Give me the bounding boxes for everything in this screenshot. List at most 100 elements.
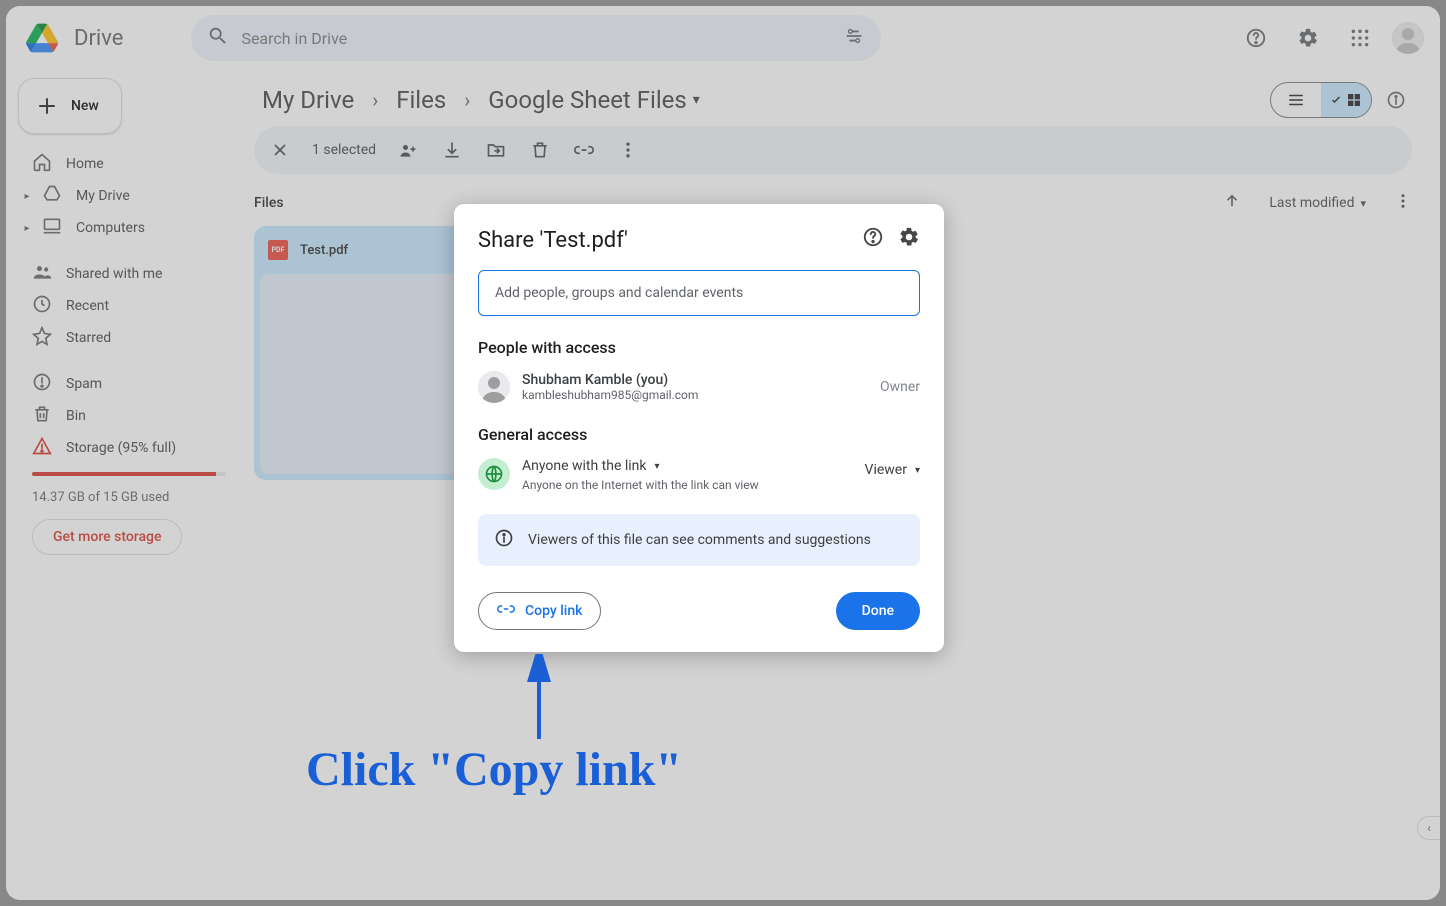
chevron-right-icon: › <box>368 88 382 112</box>
dialog-title: Share 'Test.pdf' <box>478 228 628 253</box>
shared-icon <box>32 262 52 286</box>
get-storage-button[interactable]: Get more storage <box>32 519 182 555</box>
share-dialog: Share 'Test.pdf' People with access Shub… <box>454 204 944 652</box>
person-avatar <box>478 371 510 403</box>
sidebar-item-home[interactable]: Home <box>18 148 238 180</box>
link-scope-label: Anyone with the link <box>522 458 647 474</box>
search-icon <box>207 25 229 51</box>
person-name: Shubham Kamble (you) <box>522 372 698 388</box>
sidebar-item-shared[interactable]: Shared with me <box>18 258 238 290</box>
computer-icon <box>42 216 62 240</box>
account-avatar[interactable] <box>1392 22 1424 54</box>
link-icon <box>497 600 515 622</box>
pdf-icon: PDF <box>268 240 288 260</box>
expand-icon[interactable]: ▸ <box>22 191 32 202</box>
drive-logo[interactable] <box>22 18 62 58</box>
dropdown-icon: ▾ <box>915 465 920 476</box>
breadcrumb: My Drive › Files › Google Sheet Files ▾ <box>254 76 1412 124</box>
sort-arrow-icon[interactable] <box>1223 192 1241 214</box>
settings-icon[interactable] <box>898 226 920 254</box>
file-thumbnail <box>260 274 461 474</box>
selection-count: 1 selected <box>312 142 376 158</box>
trash-icon <box>32 404 52 428</box>
share-icon[interactable] <box>396 138 420 162</box>
sidebar-item-label: Computers <box>76 220 145 236</box>
info-icon[interactable] <box>1380 84 1412 116</box>
sidebar-item-label: Storage (95% full) <box>66 440 176 456</box>
header: Drive <box>6 6 1440 70</box>
role-dropdown[interactable]: Viewer ▾ <box>865 462 920 478</box>
new-button[interactable]: New <box>18 78 122 134</box>
sidebar-item-label: My Drive <box>76 188 130 204</box>
sort-label: Last modified <box>1269 195 1354 211</box>
selection-toolbar: 1 selected <box>254 126 1412 174</box>
sidebar-item-spam[interactable]: Spam <box>18 368 238 400</box>
link-description: Anyone on the Internet with the link can… <box>522 478 853 492</box>
copy-link-button[interactable]: Copy link <box>478 592 601 630</box>
sidebar-item-label: Home <box>66 156 104 172</box>
help-icon[interactable] <box>862 226 884 254</box>
dropdown-icon: ▾ <box>655 461 660 472</box>
move-icon[interactable] <box>484 138 508 162</box>
notice-text: Viewers of this file can see comments an… <box>528 532 871 548</box>
breadcrumb-label: Google Sheet Files <box>488 86 687 114</box>
link-icon[interactable] <box>572 138 596 162</box>
section-label: Files <box>254 195 284 211</box>
sidebar-item-mydrive[interactable]: ▸ My Drive <box>18 180 238 212</box>
breadcrumb-item-current[interactable]: Google Sheet Files ▾ <box>480 82 708 118</box>
general-access-heading: General access <box>478 425 920 444</box>
file-name: Test.pdf <box>300 243 348 258</box>
drive-icon <box>42 184 62 208</box>
storage-text: 14.37 GB of 15 GB used <box>32 490 226 505</box>
grid-view-button[interactable] <box>1321 83 1371 117</box>
search-options-icon[interactable] <box>843 25 865 51</box>
chevron-right-icon: › <box>460 88 474 112</box>
info-icon <box>494 528 514 552</box>
role-label: Viewer <box>865 462 907 478</box>
sidebar-item-label: Recent <box>66 298 109 314</box>
breadcrumb-item[interactable]: Files <box>388 82 454 118</box>
sort-button[interactable]: Last modified ▾ <box>1269 195 1366 211</box>
download-icon[interactable] <box>440 138 464 162</box>
star-icon <box>32 326 52 350</box>
apps-icon[interactable] <box>1340 18 1380 58</box>
more-icon[interactable] <box>1394 192 1412 214</box>
person-role: Owner <box>880 379 920 395</box>
search-bar[interactable] <box>191 15 881 61</box>
settings-icon[interactable] <box>1288 18 1328 58</box>
new-button-label: New <box>71 98 99 114</box>
notice-banner: Viewers of this file can see comments an… <box>478 514 920 566</box>
more-icon[interactable] <box>616 138 640 162</box>
close-icon[interactable] <box>268 138 292 162</box>
help-icon[interactable] <box>1236 18 1276 58</box>
sidebar-item-computers[interactable]: ▸ Computers <box>18 212 238 244</box>
side-panel-toggle[interactable]: ‹ <box>1417 816 1440 840</box>
person-row: Shubham Kamble (you) kambleshubham985@gm… <box>478 371 920 403</box>
product-name[interactable]: Drive <box>74 26 123 51</box>
sidebar-item-label: Starred <box>66 330 111 346</box>
delete-icon[interactable] <box>528 138 552 162</box>
list-view-button[interactable] <box>1271 83 1321 117</box>
sidebar-item-label: Shared with me <box>66 266 162 282</box>
spam-icon <box>32 372 52 396</box>
sidebar-item-storage[interactable]: Storage (95% full) <box>18 432 238 464</box>
expand-icon[interactable]: ▸ <box>22 223 32 234</box>
warning-icon <box>32 436 52 460</box>
file-card[interactable]: PDF Test.pdf <box>254 226 467 480</box>
sidebar-item-recent[interactable]: Recent <box>18 290 238 322</box>
home-icon <box>32 152 52 176</box>
view-toggle <box>1270 82 1372 118</box>
sidebar-item-label: Bin <box>66 408 86 424</box>
search-input[interactable] <box>241 29 831 48</box>
breadcrumb-item[interactable]: My Drive <box>254 82 362 118</box>
add-people-input[interactable] <box>478 270 920 316</box>
dropdown-icon: ▾ <box>693 92 700 108</box>
person-email: kambleshubham985@gmail.com <box>522 388 698 402</box>
copy-link-label: Copy link <box>525 603 582 619</box>
sidebar-item-bin[interactable]: Bin <box>18 400 238 432</box>
sidebar-item-starred[interactable]: Starred <box>18 322 238 354</box>
done-button[interactable]: Done <box>836 592 920 630</box>
sidebar: New Home ▸ My Drive ▸ Computers <box>6 70 254 900</box>
link-scope-dropdown[interactable]: Anyone with the link ▾ <box>522 458 853 474</box>
globe-icon <box>478 458 510 490</box>
